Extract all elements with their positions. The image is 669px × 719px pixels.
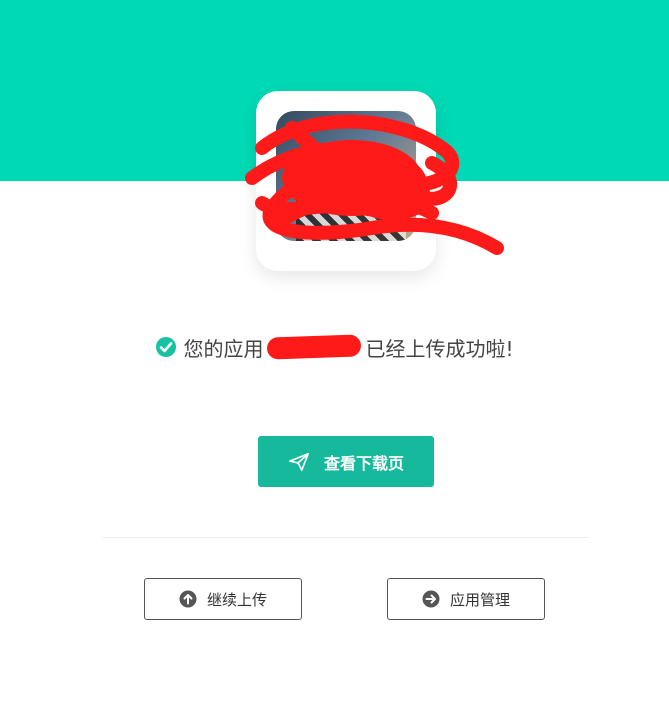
arrow-right-circle-icon bbox=[422, 590, 440, 608]
app-manage-button[interactable]: 应用管理 bbox=[387, 578, 545, 620]
app-icon-card bbox=[256, 91, 436, 271]
app-icon bbox=[276, 111, 416, 241]
app-icon-pattern bbox=[296, 201, 406, 241]
success-prefix: 您的应用 bbox=[183, 336, 264, 361]
view-download-page-button[interactable]: 查看下载页 bbox=[258, 436, 434, 487]
success-suffix: 已经上传成功啦! bbox=[365, 336, 514, 361]
check-circle-icon bbox=[156, 337, 177, 357]
upload-success-message: 您的应用 已经上传成功啦! bbox=[0, 330, 669, 364]
paper-plane-icon bbox=[288, 452, 309, 471]
app-name-redacted bbox=[267, 334, 362, 360]
view-download-page-label: 查看下载页 bbox=[323, 453, 404, 473]
arrow-up-circle-icon bbox=[179, 590, 197, 608]
continue-upload-button[interactable]: 继续上传 bbox=[144, 578, 302, 620]
continue-upload-label: 继续上传 bbox=[206, 590, 267, 609]
divider bbox=[103, 537, 589, 538]
app-manage-label: 应用管理 bbox=[449, 590, 510, 609]
